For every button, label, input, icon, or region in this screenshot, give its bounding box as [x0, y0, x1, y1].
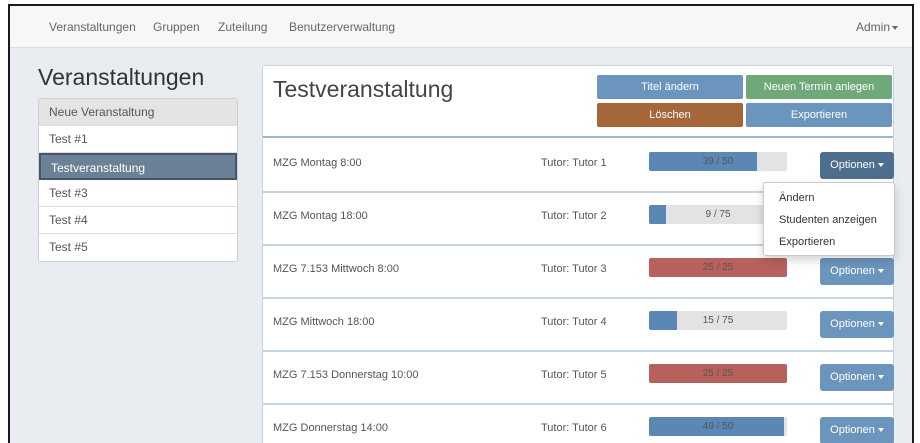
row-event-name: MZG Donnerstag 14:00	[273, 422, 388, 434]
sidebar-list: Neue Veranstaltung Test #1 Testveranstal…	[38, 98, 238, 262]
row-event-name: MZG Mittwoch 18:00	[273, 316, 375, 328]
admin-label: Admin	[855, 20, 890, 34]
table-row: MZG 7.153 Donnerstag 10:00 Tutor: Tutor 5…	[263, 352, 894, 405]
capacity-progress-bar: 49 / 50	[649, 417, 787, 436]
dropdown-item-edit[interactable]: Ändern	[764, 187, 894, 209]
page-title: Testveranstaltung	[273, 76, 454, 102]
row-event-name: MZG Montag 18:00	[273, 210, 368, 222]
sidebar-item-test-5[interactable]: Test #5	[39, 234, 237, 261]
caret-down-icon	[877, 269, 884, 274]
app-window: Veranstaltungen Gruppen Zuteilung Benutz…	[8, 4, 914, 443]
row-tutor: Tutor: Tutor 3	[541, 263, 607, 275]
sidebar-title: Veranstaltungen	[38, 64, 205, 90]
panel-header: Testveranstaltung Titel ändern Neuen Ter…	[263, 66, 893, 138]
options-button[interactable]: Optionen	[820, 417, 894, 443]
row-event-name: MZG 7.153 Donnerstag 10:00	[273, 369, 419, 381]
nav-zuteilung[interactable]: Zuteilung	[218, 20, 267, 34]
options-label: Optionen	[830, 371, 875, 383]
progress-label: 25 / 25	[702, 368, 734, 379]
capacity-progress-bar: 25 / 25	[649, 364, 787, 383]
sidebar-item-new[interactable]: Neue Veranstaltung	[39, 99, 237, 126]
row-tutor: Tutor: Tutor 2	[541, 210, 607, 222]
options-button[interactable]: Optionen	[820, 364, 894, 391]
caret-down-icon	[892, 25, 898, 30]
options-button[interactable]: Optionen	[820, 258, 894, 285]
options-label: Optionen	[830, 424, 875, 436]
row-tutor: Tutor: Tutor 5	[541, 369, 607, 381]
options-label: Optionen	[830, 159, 875, 171]
progress-label: 15 / 75	[702, 315, 734, 326]
admin-menu[interactable]: Admin	[856, 20, 898, 34]
progress-label: 49 / 50	[702, 421, 734, 432]
capacity-progress-bar: 25 / 25	[649, 258, 787, 277]
nav-benutzerverwaltung[interactable]: Benutzerverwaltung	[289, 20, 395, 34]
table-row: MZG Donnerstag 14:00 Tutor: Tutor 6 49 / 5…	[263, 405, 894, 443]
row-tutor: Tutor: Tutor 1	[541, 157, 607, 169]
nav-veranstaltungen[interactable]: Veranstaltungen	[49, 20, 136, 34]
dropdown-item-show-students[interactable]: Studenten anzeigen	[764, 209, 894, 231]
dropdown-item-export[interactable]: Exportieren	[764, 231, 894, 253]
row-tutor: Tutor: Tutor 6	[541, 422, 607, 434]
nav-gruppen[interactable]: Gruppen	[153, 20, 200, 34]
options-button[interactable]: Optionen	[820, 311, 894, 338]
options-dropdown-menu: Ändern Studenten anzeigen Exportieren	[763, 182, 895, 256]
delete-button[interactable]: Löschen	[597, 103, 743, 127]
caret-down-icon	[877, 428, 884, 433]
capacity-progress-bar: 15 / 75	[649, 311, 787, 330]
options-label: Optionen	[830, 318, 875, 330]
options-button[interactable]: Optionen	[820, 152, 894, 179]
capacity-progress-bar: 39 / 50	[649, 152, 787, 171]
sidebar-item-test-4[interactable]: Test #4	[39, 207, 237, 234]
caret-down-icon	[877, 322, 884, 327]
sidebar-item-testveranstaltung[interactable]: Testveranstaltung	[39, 153, 237, 180]
new-date-button[interactable]: Neuen Termin anlegen	[746, 75, 892, 99]
options-label: Optionen	[830, 265, 875, 277]
rename-button[interactable]: Titel ändern	[597, 75, 743, 99]
row-event-name: MZG 7.153 Mittwoch 8:00	[273, 263, 399, 275]
row-event-name: MZG Montag 8:00	[273, 157, 362, 169]
progress-label: 39 / 50	[702, 156, 734, 167]
progress-label: 25 / 25	[702, 262, 734, 273]
caret-down-icon	[877, 375, 884, 380]
caret-down-icon	[877, 163, 884, 168]
row-tutor: Tutor: Tutor 4	[541, 316, 607, 328]
sidebar-item-test-1[interactable]: Test #1	[39, 126, 237, 153]
table-row: MZG Mittwoch 18:00 Tutor: Tutor 4 15 / 75 O…	[263, 299, 894, 352]
sidebar-item-test-3[interactable]: Test #3	[39, 180, 237, 207]
navbar: Veranstaltungen Gruppen Zuteilung Benutz…	[10, 6, 912, 48]
export-button[interactable]: Exportieren	[746, 103, 892, 127]
